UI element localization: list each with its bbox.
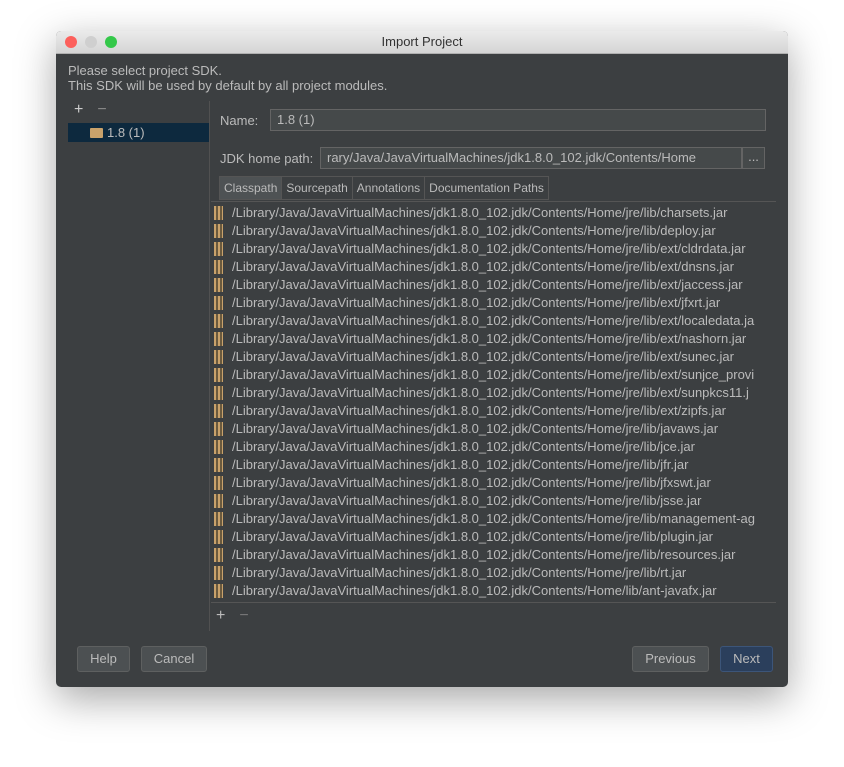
jar-icon — [214, 512, 223, 526]
list-item[interactable]: /Library/Java/JavaVirtualMachines/jdk1.8… — [211, 204, 776, 222]
path-text: /Library/Java/JavaVirtualMachines/jdk1.8… — [232, 241, 746, 256]
jar-icon — [214, 386, 223, 400]
jar-icon — [214, 422, 223, 436]
path-text: /Library/Java/JavaVirtualMachines/jdk1.8… — [232, 403, 726, 418]
list-item[interactable]: /Library/Java/JavaVirtualMachines/jdk1.8… — [211, 294, 776, 312]
path-text: /Library/Java/JavaVirtualMachines/jdk1.8… — [232, 223, 716, 238]
list-item[interactable]: /Library/Java/JavaVirtualMachines/jdk1.8… — [211, 474, 776, 492]
jar-icon — [214, 260, 223, 274]
jar-icon — [214, 476, 223, 490]
classpath-list[interactable]: /Library/Java/JavaVirtualMachines/jdk1.8… — [211, 201, 776, 603]
description: Please select project SDK. This SDK will… — [68, 63, 387, 93]
list-item[interactable]: /Library/Java/JavaVirtualMachines/jdk1.8… — [211, 384, 776, 402]
path-text: /Library/Java/JavaVirtualMachines/jdk1.8… — [232, 547, 736, 562]
list-item[interactable]: /Library/Java/JavaVirtualMachines/jdk1.8… — [211, 492, 776, 510]
zoom-button[interactable] — [105, 36, 117, 48]
jar-icon — [214, 350, 223, 364]
jar-icon — [214, 458, 223, 472]
jar-icon — [214, 584, 223, 598]
jar-icon — [214, 242, 223, 256]
title-bar: Import Project — [56, 31, 788, 54]
jar-icon — [214, 404, 223, 418]
window-title: Import Project — [381, 34, 463, 49]
path-text: /Library/Java/JavaVirtualMachines/jdk1.8… — [232, 259, 734, 274]
list-item[interactable]: /Library/Java/JavaVirtualMachines/jdk1.8… — [211, 420, 776, 438]
tab-bar: Classpath Sourcepath Annotations Documen… — [219, 176, 549, 200]
list-item[interactable]: /Library/Java/JavaVirtualMachines/jdk1.8… — [211, 438, 776, 456]
next-button[interactable]: Next — [720, 646, 773, 672]
list-item[interactable]: /Library/Java/JavaVirtualMachines/jdk1.8… — [211, 528, 776, 546]
tab-documentation-paths[interactable]: Documentation Paths — [424, 176, 549, 200]
path-text: /Library/Java/JavaVirtualMachines/jdk1.8… — [232, 493, 702, 508]
path-text: /Library/Java/JavaVirtualMachines/jdk1.8… — [232, 295, 721, 310]
list-item[interactable]: /Library/Java/JavaVirtualMachines/jdk1.8… — [211, 240, 776, 258]
path-text: /Library/Java/JavaVirtualMachines/jdk1.8… — [232, 277, 743, 292]
jdk-home-label: JDK home path: — [220, 151, 314, 166]
path-text: /Library/Java/JavaVirtualMachines/jdk1.8… — [232, 529, 714, 544]
list-item[interactable]: /Library/Java/JavaVirtualMachines/jdk1.8… — [211, 276, 776, 294]
jar-icon — [214, 332, 223, 346]
jar-icon — [214, 530, 223, 544]
path-text: /Library/Java/JavaVirtualMachines/jdk1.8… — [232, 475, 711, 490]
list-item[interactable]: /Library/Java/JavaVirtualMachines/jdk1.8… — [211, 546, 776, 564]
jar-icon — [214, 296, 223, 310]
previous-button[interactable]: Previous — [632, 646, 709, 672]
add-path-button[interactable]: + — [216, 607, 225, 624]
description-line: Please select project SDK. — [68, 63, 222, 78]
list-item[interactable]: /Library/Java/JavaVirtualMachines/jdk1.8… — [211, 456, 776, 474]
path-text: /Library/Java/JavaVirtualMachines/jdk1.8… — [232, 367, 755, 382]
path-text: /Library/Java/JavaVirtualMachines/jdk1.8… — [232, 313, 755, 328]
name-input[interactable]: 1.8 (1) — [270, 109, 766, 131]
remove-sdk-button[interactable]: − — [97, 101, 106, 118]
description-line: This SDK will be used by default by all … — [68, 78, 388, 93]
sidebar-item-sdk[interactable]: 1.8 (1) — [68, 123, 209, 142]
close-button[interactable] — [65, 36, 77, 48]
list-item[interactable]: /Library/Java/JavaVirtualMachines/jdk1.8… — [211, 582, 776, 600]
help-button[interactable]: Help — [77, 646, 130, 672]
path-text: /Library/Java/JavaVirtualMachines/jdk1.8… — [232, 205, 728, 220]
path-text: /Library/Java/JavaVirtualMachines/jdk1.8… — [232, 439, 695, 454]
divider — [209, 101, 210, 631]
path-text: /Library/Java/JavaVirtualMachines/jdk1.8… — [232, 331, 747, 346]
path-text: /Library/Java/JavaVirtualMachines/jdk1.8… — [232, 511, 755, 526]
import-project-dialog: Import Project Please select project SDK… — [56, 31, 788, 687]
list-item[interactable]: /Library/Java/JavaVirtualMachines/jdk1.8… — [211, 330, 776, 348]
list-item[interactable]: /Library/Java/JavaVirtualMachines/jdk1.8… — [211, 258, 776, 276]
tab-sourcepath[interactable]: Sourcepath — [281, 176, 353, 200]
path-text: /Library/Java/JavaVirtualMachines/jdk1.8… — [232, 457, 689, 472]
list-item[interactable]: /Library/Java/JavaVirtualMachines/jdk1.8… — [211, 312, 776, 330]
jar-icon — [214, 206, 223, 220]
path-text: /Library/Java/JavaVirtualMachines/jdk1.8… — [232, 349, 734, 364]
jar-icon — [214, 548, 223, 562]
add-sdk-button[interactable]: + — [74, 101, 83, 118]
list-item[interactable]: /Library/Java/JavaVirtualMachines/jdk1.8… — [211, 222, 776, 240]
jar-icon — [214, 494, 223, 508]
list-item[interactable]: /Library/Java/JavaVirtualMachines/jdk1.8… — [211, 510, 776, 528]
jar-icon — [214, 440, 223, 454]
path-text: /Library/Java/JavaVirtualMachines/jdk1.8… — [232, 385, 749, 400]
path-text: /Library/Java/JavaVirtualMachines/jdk1.8… — [232, 583, 717, 598]
jar-icon — [214, 224, 223, 238]
tab-classpath[interactable]: Classpath — [219, 176, 283, 200]
remove-path-button[interactable]: − — [239, 607, 248, 624]
list-item[interactable]: /Library/Java/JavaVirtualMachines/jdk1.8… — [211, 564, 776, 582]
list-item[interactable]: /Library/Java/JavaVirtualMachines/jdk1.8… — [211, 348, 776, 366]
jar-icon — [214, 368, 223, 382]
jdk-home-input[interactable]: rary/Java/JavaVirtualMachines/jdk1.8.0_1… — [320, 147, 742, 169]
jar-icon — [214, 278, 223, 292]
path-text: /Library/Java/JavaVirtualMachines/jdk1.8… — [232, 421, 719, 436]
list-item[interactable]: /Library/Java/JavaVirtualMachines/jdk1.8… — [211, 402, 776, 420]
minimize-button[interactable] — [85, 36, 97, 48]
jdk-folder-icon — [90, 128, 103, 138]
list-item[interactable]: /Library/Java/JavaVirtualMachines/jdk1.8… — [211, 366, 776, 384]
jar-icon — [214, 566, 223, 580]
jar-icon — [214, 314, 223, 328]
name-label: Name: — [220, 113, 259, 128]
cancel-button[interactable]: Cancel — [141, 646, 207, 672]
sdk-label: 1.8 (1) — [107, 125, 145, 140]
path-text: /Library/Java/JavaVirtualMachines/jdk1.8… — [232, 565, 687, 580]
tab-annotations[interactable]: Annotations — [351, 176, 426, 200]
browse-button[interactable]: ... — [742, 147, 765, 169]
